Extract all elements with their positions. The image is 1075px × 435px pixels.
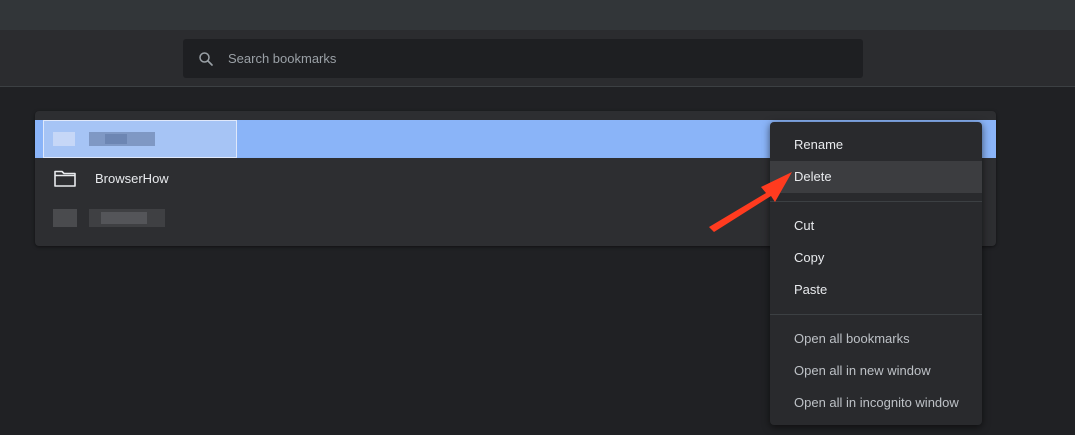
menu-item-delete[interactable]: Delete — [770, 161, 982, 193]
menu-item-copy[interactable]: Copy — [770, 242, 982, 274]
annotation-arrow-icon — [709, 172, 792, 232]
menu-item-open-new-window[interactable]: Open all in new window — [770, 355, 982, 387]
menu-divider — [770, 201, 982, 202]
menu-item-open-incognito[interactable]: Open all in incognito window — [770, 387, 982, 419]
search-input[interactable] — [228, 39, 828, 78]
menu-item-cut[interactable]: Cut — [770, 210, 982, 242]
menu-item-paste[interactable]: Paste — [770, 274, 982, 306]
folder-icon — [54, 170, 76, 187]
menu-item-open-all[interactable]: Open all bookmarks — [770, 323, 982, 355]
window-top-bar — [0, 0, 1075, 30]
search-box[interactable] — [183, 39, 863, 78]
menu-divider — [770, 314, 982, 315]
search-icon — [199, 52, 213, 66]
context-menu: Rename Delete Cut Copy Paste Open all bo… — [770, 122, 982, 425]
bookmark-label: BrowserHow — [95, 171, 169, 186]
redacted-block — [53, 209, 77, 227]
redacted-block — [101, 212, 147, 224]
redacted-block — [53, 132, 75, 146]
redacted-block — [105, 134, 127, 144]
menu-item-rename[interactable]: Rename — [770, 129, 982, 161]
bookmarks-toolbar — [0, 30, 1075, 87]
